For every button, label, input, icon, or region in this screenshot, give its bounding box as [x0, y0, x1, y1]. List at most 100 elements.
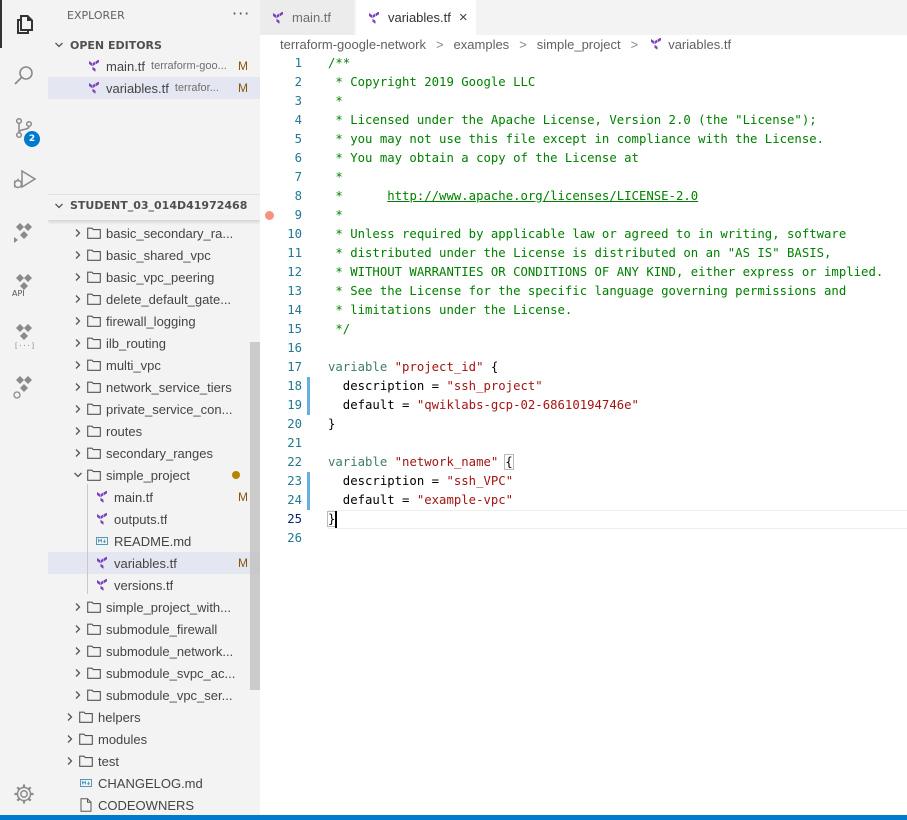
code-editor[interactable]: 1 2 3 4 5 6 7 8 9 10 11 12 13 14 15 16 17 18 19 20 21 22 23 24 2…: [260, 53, 907, 815]
tree-file[interactable]: variables.tf M: [48, 552, 260, 574]
tree-folder[interactable]: private_service_con...: [48, 398, 260, 420]
line-number: 21: [287, 436, 302, 450]
open-editor-path: terraform-goo...: [151, 60, 227, 72]
search-icon[interactable]: [0, 51, 48, 99]
code-comment: *: [328, 170, 343, 184]
line-number: 10: [287, 227, 302, 241]
chevron-right-icon: [70, 448, 86, 458]
chevron-right-icon: [70, 360, 86, 370]
code-brace: }: [328, 417, 336, 431]
tree-file[interactable]: versions.tf: [48, 574, 260, 596]
tree-item-label: basic_shared_vpc: [106, 247, 211, 263]
chevron-right-icon: [70, 250, 86, 260]
code-line: * http://www.apache.org/licenses/LICENSE…: [328, 187, 698, 206]
run-debug-icon[interactable]: [0, 156, 48, 204]
line-number: 24: [287, 493, 302, 507]
code-line: *: [328, 206, 342, 225]
folder-icon: [86, 247, 102, 263]
code-line: * you may not use this file except in co…: [328, 130, 824, 149]
open-editor-item[interactable]: main.tf terraform-goo... M: [48, 55, 260, 77]
tree-folder[interactable]: modules: [48, 728, 260, 750]
tree-file[interactable]: outputs.tf: [48, 508, 260, 530]
folder-icon: [86, 665, 102, 681]
code-line: * limitations under the License.: [328, 301, 572, 320]
tree-folder[interactable]: simple_project_with...: [48, 596, 260, 618]
tree-folder[interactable]: network_service_tiers: [48, 376, 260, 398]
chevron-down-icon: [48, 40, 70, 50]
close-icon[interactable]: ×: [459, 9, 468, 26]
tree-folder[interactable]: submodule_network...: [48, 640, 260, 662]
modified-badge: M: [238, 81, 248, 95]
tree-folder[interactable]: submodule_firewall: [48, 618, 260, 640]
explorer-sidebar: EXPLORER ··· OPEN EDITORS main.tf terraf…: [48, 0, 260, 820]
breadcrumb-item[interactable]: variables.tf: [668, 37, 731, 52]
tree-folder[interactable]: basic_shared_vpc: [48, 244, 260, 266]
tab-main-tf[interactable]: main.tf: [260, 0, 355, 35]
breadcrumb-item[interactable]: terraform-google-network: [280, 37, 426, 52]
code-comment: *: [328, 189, 388, 203]
folder-icon: [86, 467, 102, 483]
code-string: "example-vpc": [416, 493, 514, 507]
open-editors-header[interactable]: OPEN EDITORS: [48, 34, 260, 56]
line-number: 23: [287, 474, 302, 488]
tree-item-label: submodule_network...: [106, 643, 234, 659]
folder-icon: [86, 643, 102, 659]
tab-variables-tf[interactable]: variables.tf ×: [356, 0, 476, 35]
license-link[interactable]: http://www.apache.org/licenses/LICENSE-2…: [387, 189, 698, 203]
tree-folder[interactable]: delete_default_gate...: [48, 288, 260, 310]
explorer-icon[interactable]: [0, 0, 48, 48]
tree-file[interactable]: main.tf M: [48, 486, 260, 508]
workspace-header[interactable]: STUDENT_03_014D41972468: [48, 194, 260, 216]
tree-item-label: basic_vpc_peering: [106, 269, 215, 285]
source-control-icon[interactable]: 2: [0, 104, 48, 152]
chevron-down-icon: [70, 470, 86, 480]
tree-item-label: basic_secondary_ra...: [106, 225, 234, 241]
markdown-icon: [78, 775, 94, 791]
cloud-code-settings-icon[interactable]: [0, 362, 48, 410]
line-number: 13: [287, 284, 302, 298]
file-icon: [78, 797, 94, 813]
code-comment: * Licensed under the Apache License, Ver…: [328, 113, 817, 127]
cloud-api-icon[interactable]: [0, 258, 48, 306]
tree-folder[interactable]: helpers: [48, 706, 260, 728]
breadcrumb: terraform-google-network > examples > si…: [280, 35, 731, 53]
tree-folder[interactable]: secondary_ranges: [48, 442, 260, 464]
tree-file[interactable]: CHANGELOG.md: [48, 772, 260, 794]
tree-file[interactable]: CODEOWNERS: [48, 794, 260, 816]
breadcrumb-item[interactable]: simple_project: [537, 37, 621, 52]
tree-folder[interactable]: firewall_logging: [48, 310, 260, 332]
sidebar-scrollbar[interactable]: [250, 342, 260, 690]
tree-folder[interactable]: routes: [48, 420, 260, 442]
code-string: "network_name": [394, 455, 499, 469]
tree-folder[interactable]: basic_secondary_ra...: [48, 222, 260, 244]
tree-folder[interactable]: ilb_routing: [48, 332, 260, 354]
gear-icon[interactable]: [0, 770, 48, 818]
cloud-code-brackets-icon[interactable]: [···]: [0, 310, 48, 358]
open-editor-item[interactable]: variables.tf terrafor... M: [48, 77, 260, 99]
code-line: *: [328, 92, 342, 111]
terraform-icon: [94, 555, 110, 571]
code-line: description = "ssh_VPC": [328, 472, 513, 491]
breadcrumb-separator: >: [519, 36, 527, 52]
line-number: 2: [294, 75, 302, 89]
tree-folder[interactable]: test: [48, 750, 260, 772]
code-line: /**: [328, 54, 350, 73]
folder-icon: [86, 269, 102, 285]
tree-folder[interactable]: submodule_svpc_ac...: [48, 662, 260, 684]
line-number: 25: [287, 512, 302, 526]
folder-simple-project[interactable]: simple_project: [48, 464, 260, 486]
code-comment: * limitations under the License.: [328, 303, 573, 317]
cloud-code-icon[interactable]: [0, 208, 48, 256]
breadcrumb-item[interactable]: examples: [454, 37, 510, 52]
folder-icon: [86, 225, 102, 241]
breakpoint-hint[interactable]: [265, 211, 274, 220]
tree-file[interactable]: README.md: [48, 530, 260, 552]
tree-folder[interactable]: basic_vpc_peering: [48, 266, 260, 288]
tree-folder[interactable]: submodule_vpc_ser...: [48, 684, 260, 706]
modified-line-marker: [307, 396, 310, 415]
api-label: API: [12, 289, 25, 298]
current-line-highlight: [328, 510, 907, 529]
more-actions-icon[interactable]: ···: [232, 4, 250, 23]
tree-folder[interactable]: multi_vpc: [48, 354, 260, 376]
code-line: description = "ssh_project": [328, 377, 543, 396]
